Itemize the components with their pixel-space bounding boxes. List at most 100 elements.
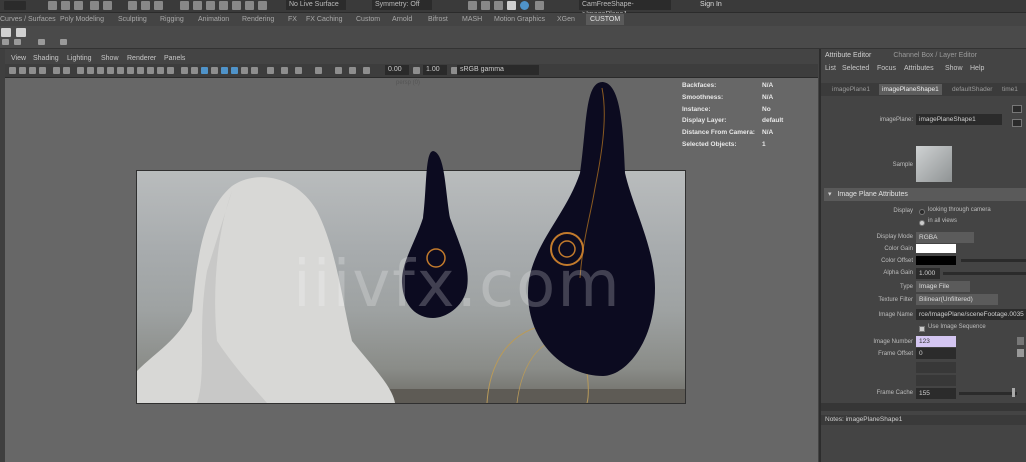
alpha-gain-slider[interactable] — [943, 272, 1026, 275]
viewport-persp[interactable]: persp (0) Backfaces: N/A Smoothness: N/A I… — [5, 78, 818, 462]
depth-of-field-icon[interactable] — [251, 67, 258, 74]
ae-horizontal-scrollbar[interactable] — [821, 403, 1026, 411]
shelf-tab-rendering[interactable]: Rendering — [242, 14, 274, 25]
smooth-shade-icon[interactable] — [157, 67, 164, 74]
menuset-dropdown[interactable] — [4, 1, 26, 10]
sign-in-button[interactable]: Sign In — [697, 0, 759, 10]
bookmark-icon[interactable] — [29, 67, 36, 74]
frame-offset-map-icon[interactable] — [1017, 349, 1024, 357]
exposure-icon[interactable] — [315, 67, 322, 74]
undo-icon[interactable] — [90, 1, 99, 10]
shelf-tab-custom[interactable]: Custom — [356, 14, 380, 25]
live-surface-field[interactable]: No Live Surface — [286, 0, 346, 10]
select-object-icon[interactable] — [141, 1, 150, 10]
shelf-small-icon-1[interactable] — [2, 39, 9, 45]
textured-icon[interactable] — [191, 67, 198, 74]
gamma-icon[interactable] — [335, 67, 342, 74]
shelf-tab-fx-caching[interactable]: FX Caching — [306, 14, 343, 25]
snap-point-icon[interactable] — [206, 1, 215, 10]
grid-icon[interactable] — [77, 67, 84, 74]
shelf-tab-motion-graphics[interactable]: Motion Graphics — [494, 14, 545, 25]
shelf-tab-curves-surfaces[interactable]: Curves / Surfaces — [0, 14, 56, 25]
screen-space-ao-icon[interactable] — [221, 67, 228, 74]
ae-menu-selected[interactable]: Selected — [842, 63, 869, 74]
image-plane-icon[interactable] — [39, 67, 46, 74]
shelf-tab-rigging[interactable]: Rigging — [160, 14, 184, 25]
open-scene-icon[interactable] — [61, 1, 70, 10]
display-radio-camera[interactable] — [919, 209, 925, 215]
shelf-tab-animation[interactable]: Animation — [198, 14, 229, 25]
shelf-tab-arnold[interactable]: Arnold — [392, 14, 412, 25]
image-number-field[interactable]: 123 — [916, 336, 956, 347]
color-management-icon[interactable] — [349, 67, 356, 74]
history-icon[interactable] — [245, 1, 254, 10]
shadows-icon[interactable] — [211, 67, 218, 74]
shelf-tab-mash[interactable]: MASH — [462, 14, 482, 25]
viewport-menu-view[interactable]: View — [11, 53, 26, 64]
shelf-small-icon-3[interactable] — [38, 39, 45, 45]
frame-offset-field[interactable]: 0 — [916, 348, 956, 359]
grease-pencil-icon[interactable] — [63, 67, 70, 74]
use-all-lights-icon[interactable] — [201, 67, 208, 74]
shelf-small-icon-2[interactable] — [14, 39, 21, 45]
viewport-menu-lighting[interactable]: Lighting — [67, 53, 92, 64]
shelf-script-icon[interactable] — [1, 28, 11, 37]
save-scene-icon[interactable] — [74, 1, 83, 10]
resolution-gate-icon[interactable] — [97, 67, 104, 74]
ae-title-text[interactable]: Attribute Editor — [825, 52, 871, 59]
gate-mask-icon[interactable] — [107, 67, 114, 74]
viewport-menu-shading[interactable]: Shading — [33, 53, 59, 64]
symmetry-field[interactable]: Symmetry: Off — [372, 0, 432, 10]
large-monolith[interactable] — [528, 81, 655, 376]
ae-menu-list[interactable]: List — [825, 63, 836, 74]
image-plane-name-field[interactable]: imagePlaneShape1 — [916, 114, 1002, 125]
shelf-tab-fx[interactable]: FX — [288, 14, 297, 25]
select-component-icon[interactable] — [154, 1, 163, 10]
2d-pan-zoom-icon[interactable] — [53, 67, 60, 74]
select-hierarchy-icon[interactable] — [128, 1, 137, 10]
arnold-icon[interactable] — [520, 1, 529, 10]
gamma-field[interactable]: 1.00 — [423, 65, 447, 75]
exposure-field[interactable]: 0.00 — [385, 65, 409, 75]
wireframe-icon[interactable] — [147, 67, 154, 74]
selection-name-field[interactable]: CamFreeShape->ImagePlane1 — [579, 0, 671, 18]
snap-surface-icon[interactable] — [232, 1, 241, 10]
color-offset-slider[interactable] — [961, 259, 1026, 262]
camera-attributes-icon[interactable] — [19, 67, 26, 74]
shelf-tab-xgen[interactable]: XGen — [557, 14, 575, 25]
motion-blur-icon[interactable] — [231, 67, 238, 74]
tab-imageplaneshape1[interactable]: imagePlaneShape1 — [879, 84, 942, 95]
image-plane-attributes-section[interactable]: ▾ Image Plane Attributes — [824, 188, 1026, 201]
ae-menu-help[interactable]: Help — [970, 63, 984, 74]
tab-time1[interactable]: time1 — [999, 84, 1021, 95]
new-scene-icon[interactable] — [48, 1, 57, 10]
presets-icon[interactable] — [1012, 119, 1022, 127]
gamma-toggle-icon[interactable] — [413, 67, 420, 74]
shelf-tab-custom-active[interactable]: CUSTOM — [586, 14, 625, 25]
isolate-select-icon[interactable] — [267, 67, 274, 74]
snap-view-icon[interactable] — [219, 1, 228, 10]
shelf-tab-poly-modeling[interactable]: Poly Modeling — [60, 14, 104, 25]
color-gain-swatch[interactable] — [916, 244, 956, 253]
view-transform-icon[interactable] — [363, 67, 370, 74]
playblast-icon[interactable] — [535, 1, 544, 10]
render-settings-icon[interactable] — [494, 1, 503, 10]
display-radio-all-views[interactable] — [919, 220, 925, 226]
tab-imageplane1[interactable]: imagePlane1 — [829, 84, 873, 95]
color-offset-swatch[interactable] — [916, 256, 956, 265]
snap-grid-icon[interactable] — [180, 1, 189, 10]
ae-menu-focus[interactable]: Focus — [877, 63, 896, 74]
viewport-menu-panels[interactable]: Panels — [164, 53, 185, 64]
ipr-render-icon[interactable] — [481, 1, 490, 10]
film-gate-icon[interactable] — [87, 67, 94, 74]
keyframe-icon[interactable] — [1017, 337, 1024, 345]
xray-icon[interactable] — [281, 67, 288, 74]
channel-box-tab[interactable]: Channel Box / Layer Editor — [893, 52, 977, 59]
snap-curve-icon[interactable] — [193, 1, 202, 10]
texture-filter-dropdown[interactable]: Bilinear(Unfiltered) — [916, 294, 998, 305]
render-frame-icon[interactable] — [258, 1, 267, 10]
focus-icon[interactable] — [1012, 105, 1022, 113]
field-chart-icon[interactable] — [117, 67, 124, 74]
alpha-gain-field[interactable]: 1.000 — [916, 268, 940, 279]
use-image-sequence-checkbox[interactable] — [919, 326, 925, 332]
